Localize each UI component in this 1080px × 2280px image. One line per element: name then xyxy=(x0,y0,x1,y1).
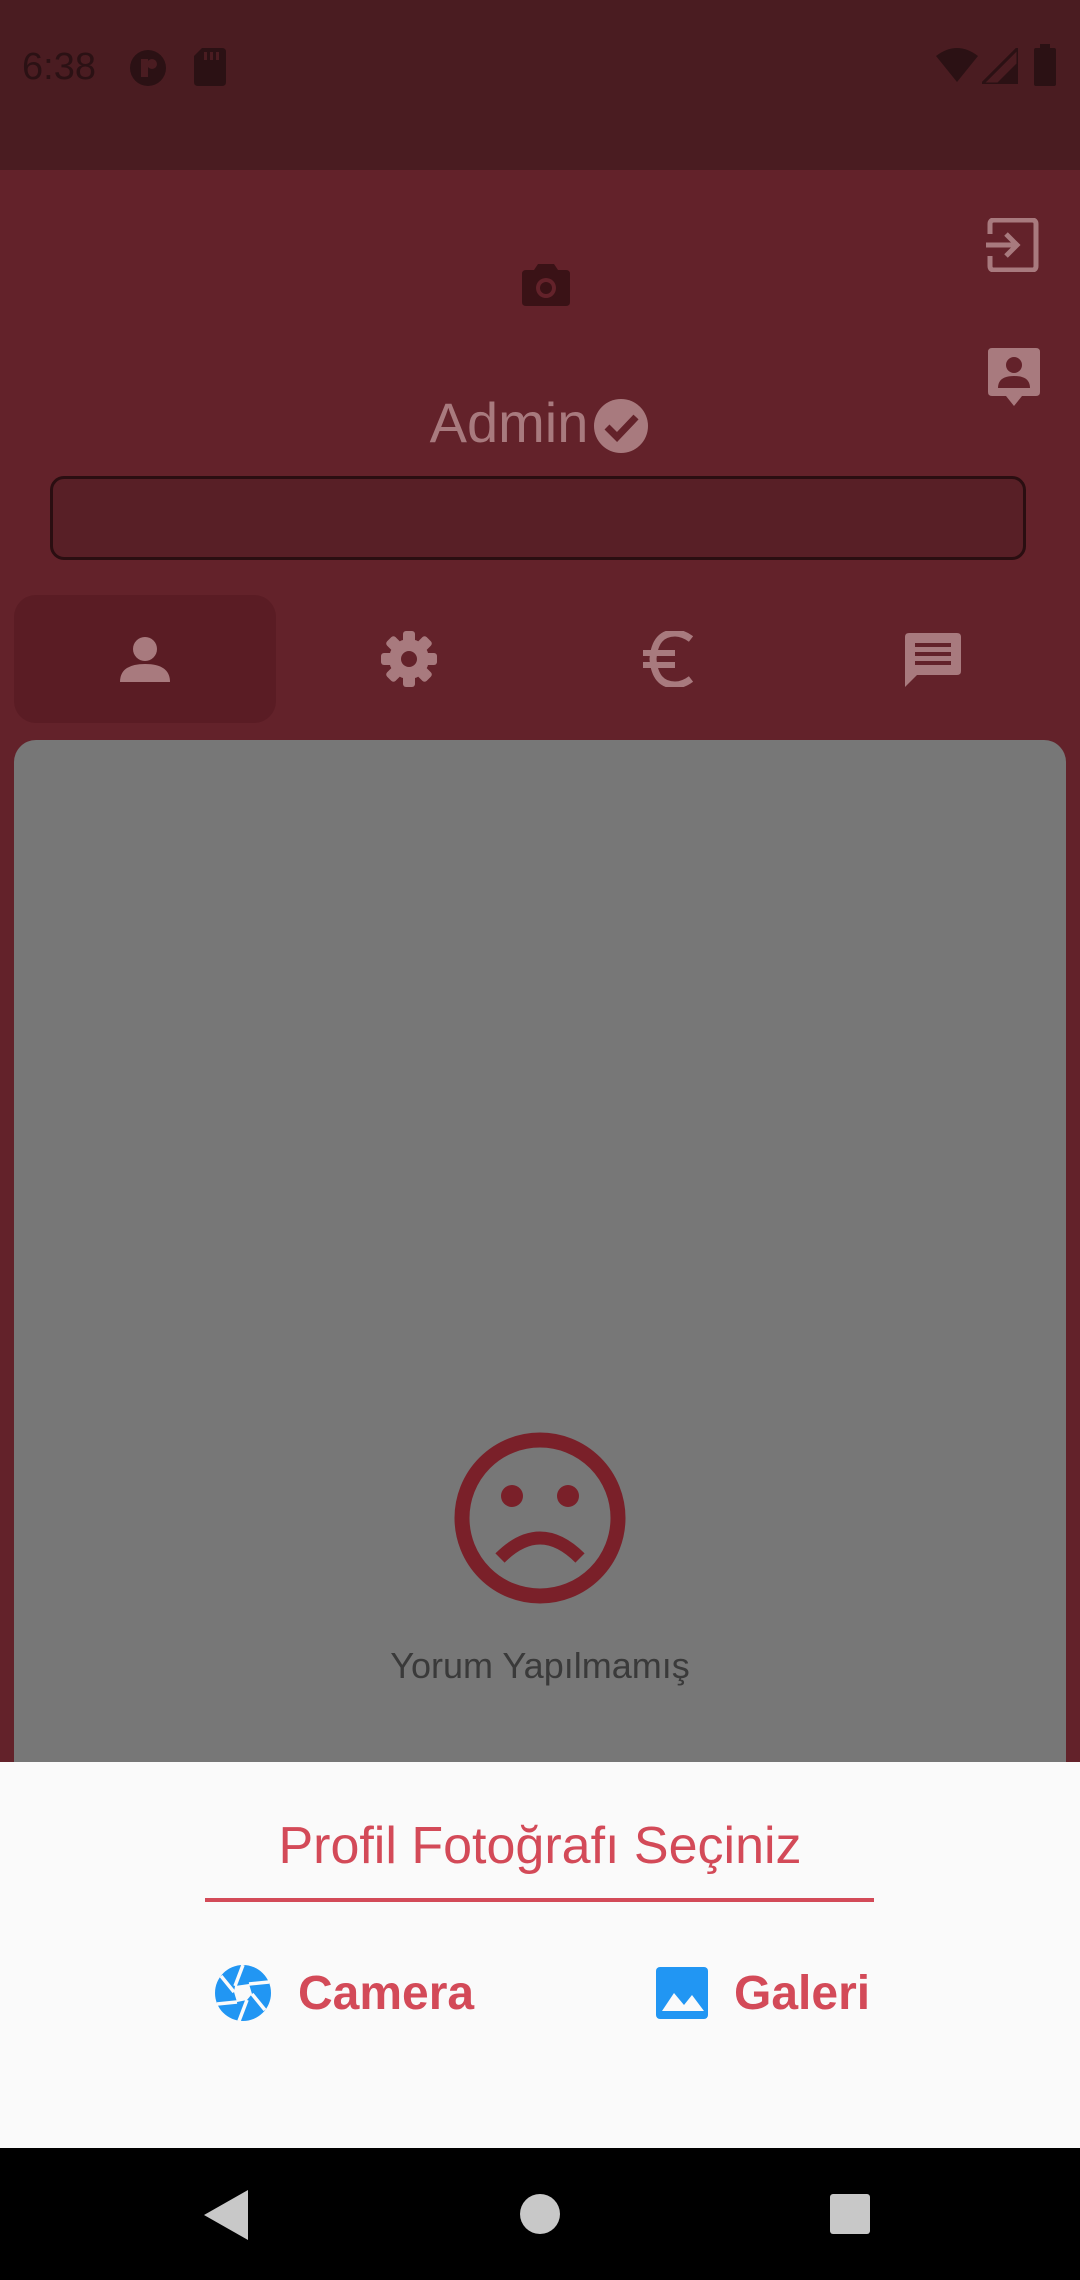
camera-option-label: Camera xyxy=(298,1966,475,2020)
name-input-field[interactable] xyxy=(50,476,1026,560)
camera-icon[interactable] xyxy=(522,262,570,306)
sheet-title: Profil Fotoğrafı Seçiniz xyxy=(278,1817,802,1875)
wifi-icon xyxy=(936,48,978,82)
title-underline xyxy=(205,1898,874,1902)
comments-panel: Yorum Yapılmamış xyxy=(14,740,1066,1840)
sd-card-icon xyxy=(194,48,226,86)
settings-icon xyxy=(381,631,437,687)
profile-name: Admin xyxy=(429,391,589,454)
photo-picker-bottom-sheet: Profil Fotoğrafı Seçiniz Camera Galeri xyxy=(0,1762,1080,2148)
person-icon xyxy=(120,637,170,682)
home-icon[interactable] xyxy=(518,2192,562,2236)
cellular-signal-icon xyxy=(982,48,1018,84)
back-icon[interactable] xyxy=(204,2190,248,2240)
battery-icon xyxy=(1034,44,1056,86)
verified-check-icon xyxy=(594,398,649,453)
gallery-option-button[interactable]: Galeri xyxy=(656,1958,870,2028)
camera-option-button[interactable]: Camera xyxy=(214,1958,474,2028)
tab-settings[interactable] xyxy=(278,595,540,723)
system-navigation-bar xyxy=(0,2148,1080,2280)
logout-icon[interactable] xyxy=(986,218,1040,272)
admin-name-row: Admin xyxy=(0,390,1080,455)
tab-comments[interactable] xyxy=(802,595,1064,723)
tab-payments[interactable] xyxy=(538,595,800,723)
gallery-image-icon xyxy=(656,1967,708,2019)
euro-icon xyxy=(643,631,694,687)
status-bar: 6:38 xyxy=(0,0,1080,170)
status-time: 6:38 xyxy=(22,46,96,88)
camera-aperture-icon xyxy=(215,1964,271,2022)
recents-icon[interactable] xyxy=(828,2192,872,2236)
tab-profile[interactable] xyxy=(14,595,276,723)
empty-state-text: Yorum Yapılmamış xyxy=(390,1645,690,1686)
gallery-option-label: Galeri xyxy=(734,1966,871,2020)
profile-screen: Admin Yorum Yapılmamış xyxy=(0,170,1080,1840)
comment-icon xyxy=(905,633,961,687)
screen: 6:38 Admin Yorum Yapılmamış Profil Fotoğ… xyxy=(0,0,1080,2280)
app-notification-icon xyxy=(130,50,166,86)
sad-face-icon xyxy=(454,1432,626,1604)
